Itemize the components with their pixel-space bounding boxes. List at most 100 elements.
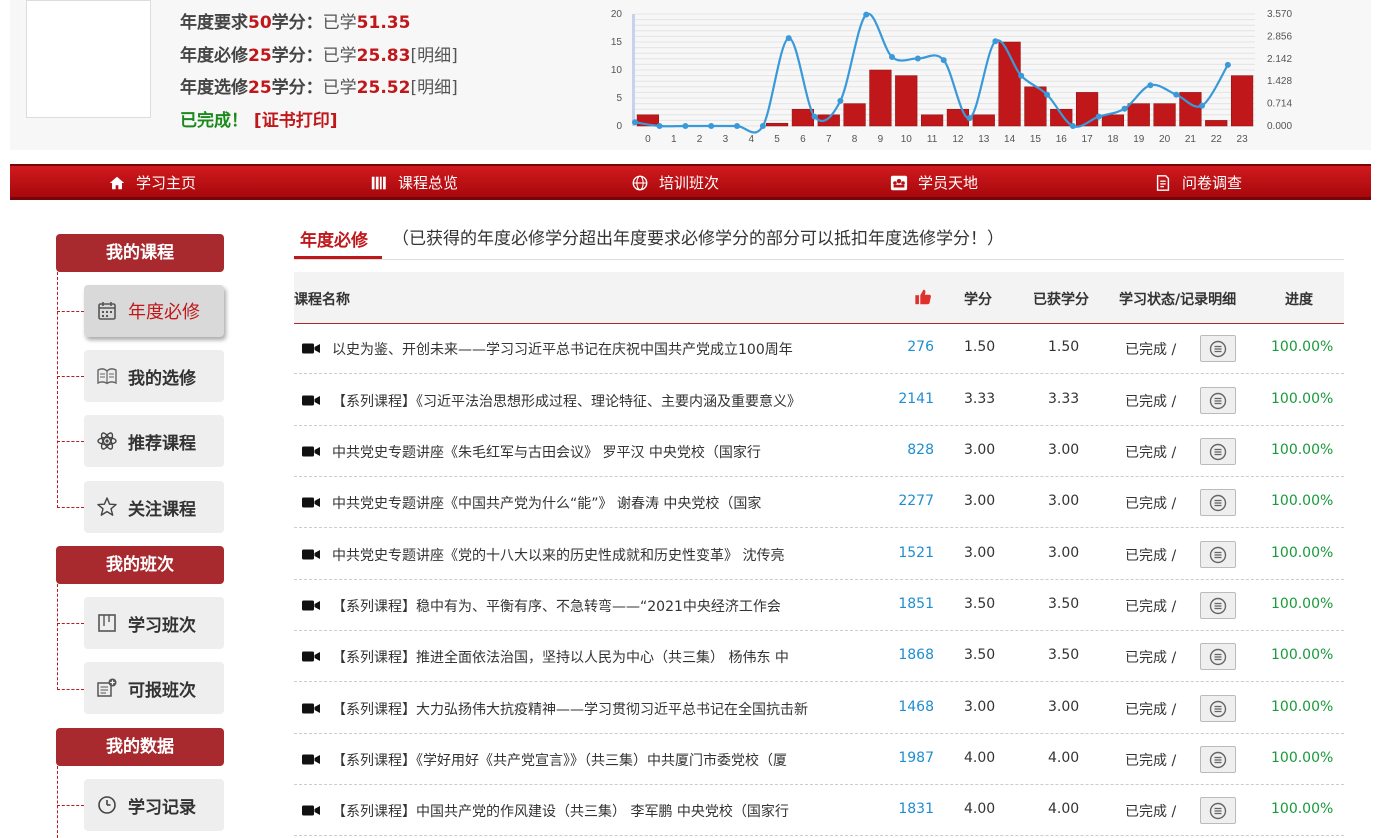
earned-credit: 3.00	[1048, 493, 1080, 509]
record-detail-button[interactable]	[1200, 335, 1236, 362]
course-name-link[interactable]: 【系列课程】中国共产党的作风建设（共三集） 李军鹏 中央党校（国家行	[332, 801, 852, 821]
done-label: 已完成！	[180, 111, 248, 131]
table-row[interactable]: 中共党史专题讲座《党的十八大以来的历史性成就和历史性变革》 沈传亮 1521 3.0…	[294, 529, 1344, 580]
nav-survey[interactable]: 问卷调查	[1154, 172, 1242, 193]
sidebar-item-open-classes[interactable]: 可报班次	[84, 662, 224, 714]
table-row[interactable]: 【系列课程】《学好用好《共产党宣言》》（共三集）中共厦门市委党校（厦 1987 4.…	[294, 734, 1344, 785]
table-row[interactable]: 【系列课程】稳中有为、平衡有序、不急转弯——“2021中央经济工作会 1851 3.…	[294, 580, 1344, 631]
like-count[interactable]: 1521	[898, 545, 934, 561]
y-right-tick-label: 2.856	[1267, 31, 1292, 42]
x-tick-label: 2	[697, 134, 703, 145]
like-count[interactable]: 1831	[898, 801, 934, 817]
table-row[interactable]: 【系列课程】大力弘扬伟大抗疫精神——学习贯彻习近平总书记在全国抗击新 1468 3.…	[294, 683, 1344, 734]
sidebar-item-recommended[interactable]: 推荐课程	[84, 415, 224, 467]
x-tick-label: 1	[671, 134, 677, 145]
x-tick-label: 22	[1211, 134, 1223, 145]
sidebar-item-study-records[interactable]: 学习记录	[84, 779, 224, 831]
course-name-link[interactable]: 中共党史专题讲座《朱毛红军与古田会议》 罗平汉 中央党校（国家行	[332, 442, 852, 462]
course-name-link[interactable]: 中共党史专题讲座《中国共产党为什么“能”》 谢春涛 中央党校（国家	[332, 493, 852, 513]
course-name-link[interactable]: 【系列课程】稳中有为、平衡有序、不急转弯——“2021中央经济工作会	[332, 596, 852, 616]
like-count[interactable]: 828	[907, 442, 934, 458]
table-row[interactable]: 中共党史专题讲座《朱毛红军与古田会议》 罗平汉 中央党校（国家行 828 3.00 3…	[294, 426, 1344, 477]
like-count[interactable]: 2141	[898, 391, 934, 407]
like-count[interactable]: 1987	[898, 750, 934, 766]
series-point	[1224, 61, 1231, 68]
like-count[interactable]: 1468	[898, 699, 934, 715]
sidebar-section-my-classes[interactable]: 我的班次	[56, 546, 224, 584]
sidebar-item-required[interactable]: 年度必修	[84, 285, 224, 337]
stat-label: 年度选修	[180, 78, 248, 98]
study-hours-chart: 051015200.0000.7141.4282.1422.8563.5700 1…	[611, 9, 1293, 145]
tab-required[interactable]: 年度必修	[300, 226, 368, 251]
video-icon	[302, 497, 320, 508]
record-detail-button[interactable]	[1200, 438, 1236, 465]
study-status: 已完成 /	[1125, 650, 1177, 666]
like-count[interactable]: 2277	[898, 493, 934, 509]
progress-value: 100.00%	[1271, 801, 1334, 817]
x-tick-label: 0	[645, 134, 651, 145]
col-status: 学习状态/记录明细	[1119, 292, 1237, 308]
elective-credit-stat: 年度选修25学分：已学25.52[明细]	[180, 73, 458, 98]
study-status: 已完成 /	[1125, 548, 1177, 564]
nav-students[interactable]: 学员天地	[890, 172, 978, 193]
nav-classes[interactable]: 培训班次	[631, 172, 719, 193]
series-point	[734, 123, 741, 129]
nav-courses[interactable]: 课程总览	[370, 172, 458, 193]
record-detail-button[interactable]	[1200, 643, 1236, 670]
nav-home[interactable]: 学习主页	[108, 172, 196, 193]
video-icon	[302, 446, 320, 457]
nav-students-label: 学员天地	[918, 174, 979, 192]
course-name-link[interactable]: 【系列课程】《习近平法治思想形成过程、理论特征、主要内涵及重要意义》	[332, 391, 852, 411]
record-detail-button[interactable]	[1200, 695, 1236, 722]
progress-value: 100.00%	[1271, 339, 1334, 355]
nav-courses-label: 课程总览	[398, 174, 459, 192]
like-count[interactable]: 276	[907, 339, 934, 355]
sidebar-section-my-data[interactable]: 我的数据	[56, 728, 224, 766]
course-name-link[interactable]: 【系列课程】大力弘扬伟大抗疫精神——学习贯彻习近平总书记在全国抗击新	[332, 699, 852, 719]
sidebar-item-elective[interactable]: 我的选修	[84, 350, 224, 402]
series-point	[966, 115, 973, 122]
sidebar-item-followed[interactable]: 关注课程	[84, 481, 224, 533]
book-icon	[97, 368, 117, 385]
chart-bar	[1101, 114, 1125, 127]
course-name-link[interactable]: 中共党史专题讲座《党的十八大以来的历史性成就和历史性变革》 沈传亮	[332, 545, 852, 565]
chart-bar	[920, 114, 944, 127]
elective-detail-link[interactable]: [明细]	[410, 78, 457, 98]
sidebar-item-label: 学习班次	[128, 615, 196, 636]
sidebar-item-label: 我的选修	[128, 368, 196, 389]
course-credit: 3.00	[964, 493, 996, 509]
like-count[interactable]: 1868	[898, 647, 934, 663]
x-tick-label: 3	[723, 134, 729, 145]
record-detail-button[interactable]	[1200, 797, 1236, 824]
record-detail-button[interactable]	[1200, 541, 1236, 568]
table-row[interactable]: 【系列课程】中国共产党的作风建设（共三集） 李军鹏 中央党校（国家行 1831 4.…	[294, 785, 1344, 836]
required-detail-link[interactable]: [明细]	[410, 46, 457, 66]
table-row[interactable]: 中共党史专题讲座《中国共产党为什么“能”》 谢春涛 中央党校（国家 2277 3.0…	[294, 477, 1344, 528]
record-detail-button[interactable]	[1200, 387, 1236, 414]
course-credit: 3.00	[964, 442, 996, 458]
course-name-link[interactable]: 【系列课程】《学好用好《共产党宣言》》（共三集）中共厦门市委党校（厦	[332, 750, 852, 770]
table-row[interactable]: 【系列课程】《习近平法治思想形成过程、理论特征、主要内涵及重要意义》 2141 3.…	[294, 375, 1344, 426]
avatar	[26, 0, 151, 118]
y-left-tick-label: 5	[616, 93, 622, 104]
series-point	[914, 55, 921, 62]
course-name-link[interactable]: 以史为鉴、开创未来——学习习近平总书记在庆祝中国共产党成立100周年	[332, 339, 852, 359]
record-detail-button[interactable]	[1200, 746, 1236, 773]
series-point	[1173, 91, 1180, 98]
sidebar-section-my-courses[interactable]: 我的课程	[56, 234, 224, 272]
tab-divider	[294, 259, 1344, 260]
table-row[interactable]: 以史为鉴、开创未来——学习习近平总书记在庆祝中国共产党成立100周年 276 1.5…	[294, 323, 1344, 374]
table-row[interactable]: 【系列课程】推进全面依法治国，坚持以人民为中心（共三集） 杨伟东 中 1868 3.…	[294, 631, 1344, 682]
course-name-link[interactable]: 【系列课程】推进全面依法治国，坚持以人民为中心（共三集） 杨伟东 中	[332, 647, 852, 667]
tree-branch	[57, 376, 84, 377]
home-icon	[109, 176, 125, 189]
y-left-tick-label: 15	[611, 37, 623, 48]
certificate-print-link[interactable]: [证书打印]	[254, 111, 338, 131]
col-credit: 学分	[964, 292, 992, 308]
record-detail-button[interactable]	[1200, 489, 1236, 516]
series-point	[1069, 123, 1076, 129]
sidebar-item-study-classes[interactable]: 学习班次	[84, 597, 224, 649]
record-detail-button[interactable]	[1200, 592, 1236, 619]
like-count[interactable]: 1851	[898, 596, 934, 612]
earned-credit: 3.33	[1048, 391, 1080, 407]
